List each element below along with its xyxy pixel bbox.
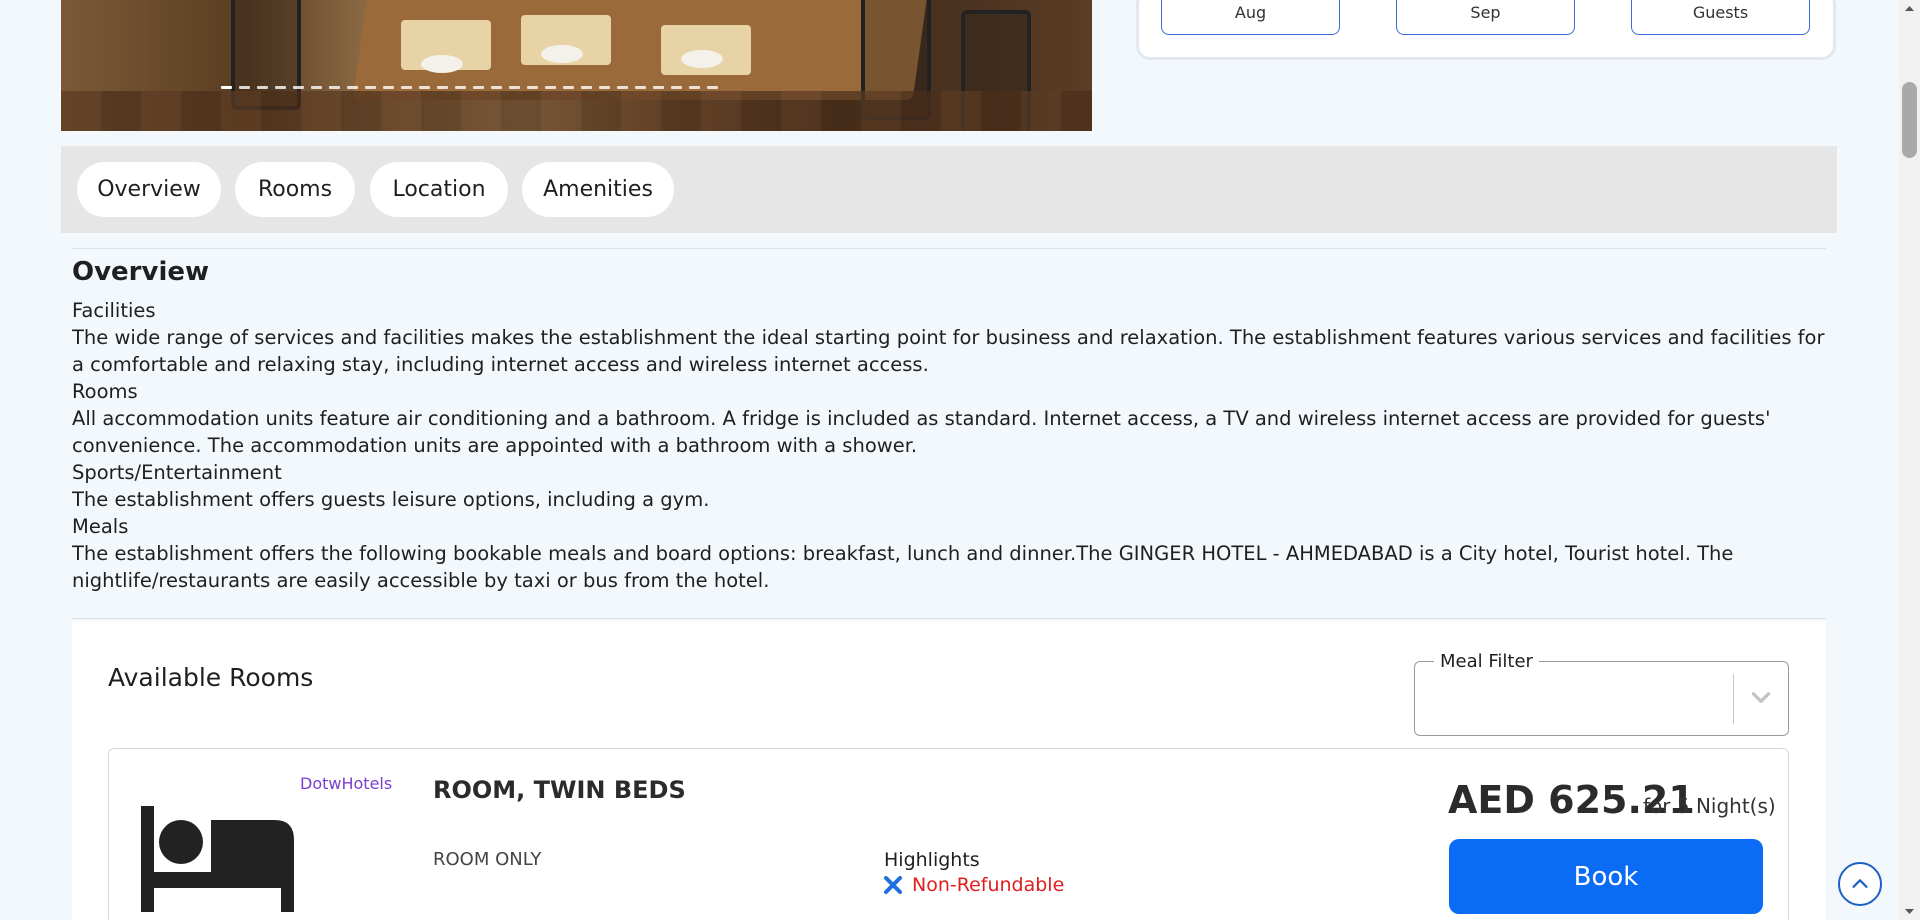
divider bbox=[72, 618, 1826, 619]
carousel-dot[interactable] bbox=[545, 86, 556, 89]
room-supplier: DotwHotels bbox=[300, 774, 393, 793]
book-button[interactable]: Book bbox=[1449, 839, 1763, 914]
meals-text: The establishment offers the following b… bbox=[72, 542, 1734, 592]
plate-image bbox=[541, 45, 583, 63]
available-rooms-heading: Available Rooms bbox=[108, 663, 314, 692]
tab-amenities[interactable]: Amenities bbox=[522, 162, 674, 217]
carousel-dot[interactable] bbox=[383, 86, 394, 89]
check-out-field[interactable]: Sep bbox=[1396, 0, 1575, 35]
carousel-dot[interactable] bbox=[635, 86, 646, 89]
divider bbox=[72, 248, 1826, 249]
plate-image bbox=[421, 55, 463, 73]
refund-policy: Non-Refundable bbox=[884, 874, 1064, 896]
chevron-up-icon bbox=[1852, 879, 1868, 888]
carousel-dot[interactable] bbox=[617, 86, 628, 89]
carousel-dot[interactable] bbox=[563, 86, 574, 89]
meals-heading: Meals bbox=[72, 515, 129, 538]
carousel-dot[interactable] bbox=[221, 86, 232, 89]
meal-filter-select[interactable] bbox=[1414, 661, 1789, 736]
floor-image bbox=[61, 91, 1092, 131]
rooms-text: All accommodation units feature air cond… bbox=[72, 407, 1771, 457]
room-name: ROOM, TWIN BEDS bbox=[433, 776, 686, 804]
scroll-down-arrow-icon[interactable] bbox=[1899, 903, 1920, 920]
room-board-type: ROOM ONLY bbox=[433, 849, 542, 870]
hotel-image-carousel[interactable] bbox=[61, 0, 1092, 131]
tab-rooms[interactable]: Rooms bbox=[235, 162, 355, 217]
carousel-dot[interactable] bbox=[239, 86, 250, 89]
tab-overview[interactable]: Overview bbox=[77, 162, 221, 217]
carousel-dot[interactable] bbox=[689, 86, 700, 89]
carousel-dot[interactable] bbox=[491, 86, 502, 89]
carousel-dot[interactable] bbox=[527, 86, 538, 89]
facilities-heading: Facilities bbox=[72, 299, 156, 322]
section-tabs: Overview Rooms Location Amenities bbox=[61, 146, 1837, 233]
tab-location[interactable]: Location bbox=[370, 162, 508, 217]
carousel-indicators bbox=[221, 86, 718, 89]
scroll-up-arrow-icon[interactable] bbox=[1899, 0, 1920, 17]
sports-heading: Sports/Entertainment bbox=[72, 461, 282, 484]
carousel-dot[interactable] bbox=[509, 86, 520, 89]
carousel-dot[interactable] bbox=[473, 86, 484, 89]
highlights-label: Highlights bbox=[884, 849, 980, 871]
sports-text: The establishment offers guests leisure … bbox=[72, 488, 710, 511]
facilities-text: The wide range of services and facilitie… bbox=[72, 326, 1825, 376]
carousel-dot[interactable] bbox=[707, 86, 718, 89]
carousel-dot[interactable] bbox=[329, 86, 340, 89]
price-nights: for 5 Night(s) bbox=[1643, 794, 1776, 818]
guests-field[interactable]: Guests bbox=[1631, 0, 1810, 35]
plate-image bbox=[681, 50, 723, 68]
carousel-dot[interactable] bbox=[275, 86, 286, 89]
carousel-dot[interactable] bbox=[257, 86, 268, 89]
carousel-dot[interactable] bbox=[581, 86, 592, 89]
carousel-dot[interactable] bbox=[293, 86, 304, 89]
meal-filter-label: Meal Filter bbox=[1434, 651, 1539, 672]
refund-policy-text: Non-Refundable bbox=[912, 874, 1065, 896]
check-in-field[interactable]: Aug bbox=[1161, 0, 1340, 35]
carousel-dot[interactable] bbox=[653, 86, 664, 89]
carousel-dot[interactable] bbox=[365, 86, 376, 89]
rooms-heading: Rooms bbox=[72, 380, 138, 403]
carousel-dot[interactable] bbox=[599, 86, 610, 89]
carousel-dot[interactable] bbox=[437, 86, 448, 89]
carousel-dot[interactable] bbox=[455, 86, 466, 89]
carousel-dot[interactable] bbox=[671, 86, 682, 89]
bed-icon bbox=[141, 806, 294, 912]
select-separator bbox=[1733, 674, 1734, 724]
x-icon bbox=[884, 876, 902, 894]
scrollbar-thumb[interactable] bbox=[1902, 82, 1917, 158]
overview-heading: Overview bbox=[72, 257, 210, 287]
carousel-dot[interactable] bbox=[419, 86, 430, 89]
chevron-down-icon[interactable] bbox=[1748, 684, 1774, 710]
carousel-dot[interactable] bbox=[347, 86, 358, 89]
back-to-top-button[interactable] bbox=[1838, 862, 1882, 906]
carousel-dot[interactable] bbox=[311, 86, 322, 89]
overview-description: Facilities The wide range of services an… bbox=[72, 297, 1832, 594]
carousel-dot[interactable] bbox=[401, 86, 412, 89]
